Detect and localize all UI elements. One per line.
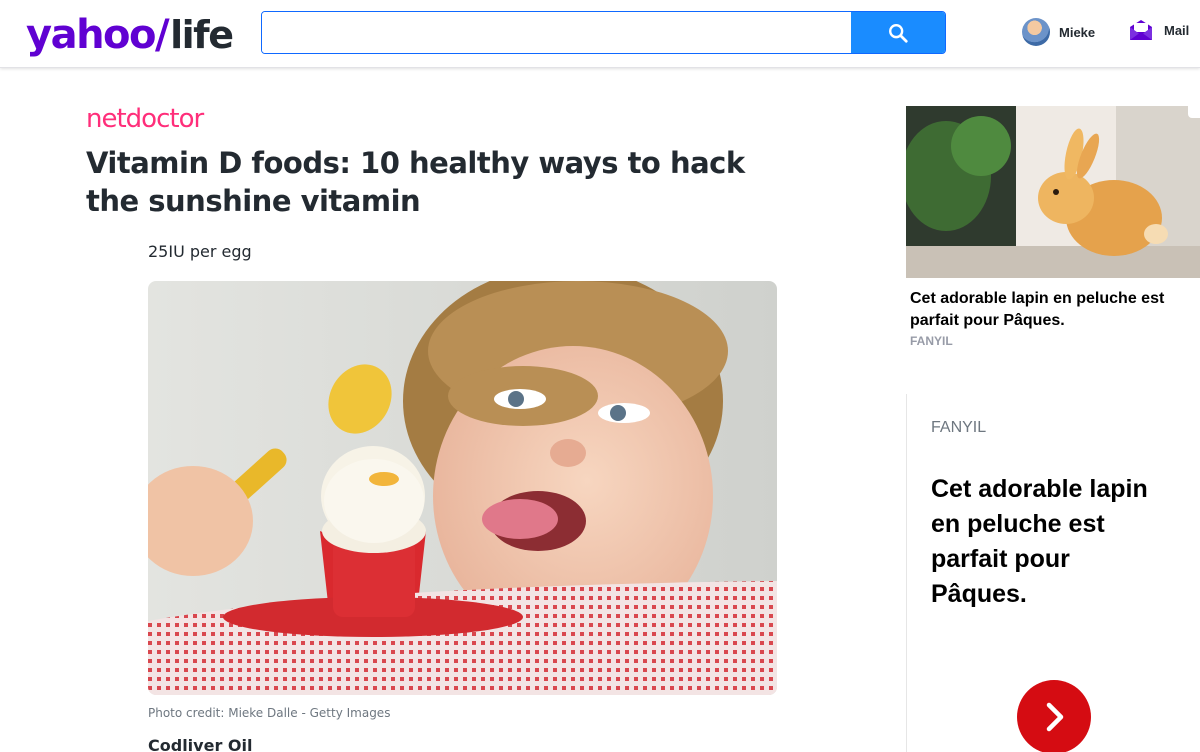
chevron-right-icon [1046, 702, 1064, 732]
sponsored-ad-card[interactable]: Cet adorable lapin en peluche est parfai… [906, 106, 1200, 348]
sponsored-ad-panel[interactable]: FANYIL Cet adorable lapin en peluche est… [906, 394, 1200, 752]
ad-sponsor: FANYIL [910, 334, 953, 348]
ad-cta-button[interactable] [1017, 680, 1091, 752]
logo-section: life [170, 13, 234, 57]
photo-credit: Photo credit: Mieke Dalle - Getty Images [148, 706, 391, 720]
top-header: yahoo / life Mieke Mail [0, 0, 1200, 68]
user-name: Mieke [1059, 24, 1096, 40]
search-input[interactable] [262, 12, 851, 53]
ad-image [906, 106, 1200, 278]
ad-headline: Cet adorable lapin en peluche est parfai… [931, 475, 1148, 608]
article-paragraph: 25IU per egg [148, 242, 252, 261]
user-menu[interactable]: Mieke [1022, 18, 1095, 46]
bunny-illustration [906, 106, 1200, 278]
ad-title: Cet adorable lapin en peluche est parfai… [910, 290, 1165, 329]
mail-link[interactable]: Mail [1128, 18, 1189, 42]
mail-icon [1130, 20, 1152, 40]
article-photo[interactable] [148, 281, 777, 695]
article-title: Vitamin D foods: 10 healthy ways to hack… [86, 146, 745, 218]
section-subhead: Codliver Oil [148, 736, 253, 752]
logo-brand: yahoo [26, 12, 157, 58]
yahoo-life-logo[interactable]: yahoo / life [26, 12, 234, 62]
adchoices-icon[interactable] [1188, 106, 1200, 118]
search-bar [261, 11, 946, 54]
ad-sponsor: FANYIL [931, 419, 987, 436]
logo-slash: / [155, 12, 170, 58]
avatar [1022, 18, 1050, 46]
search-button[interactable] [851, 12, 945, 53]
photo-child-egg-illustration [148, 281, 777, 695]
search-icon [889, 23, 908, 43]
publisher-logo[interactable]: netdoctor [86, 104, 204, 134]
mail-label: Mail [1164, 22, 1190, 38]
